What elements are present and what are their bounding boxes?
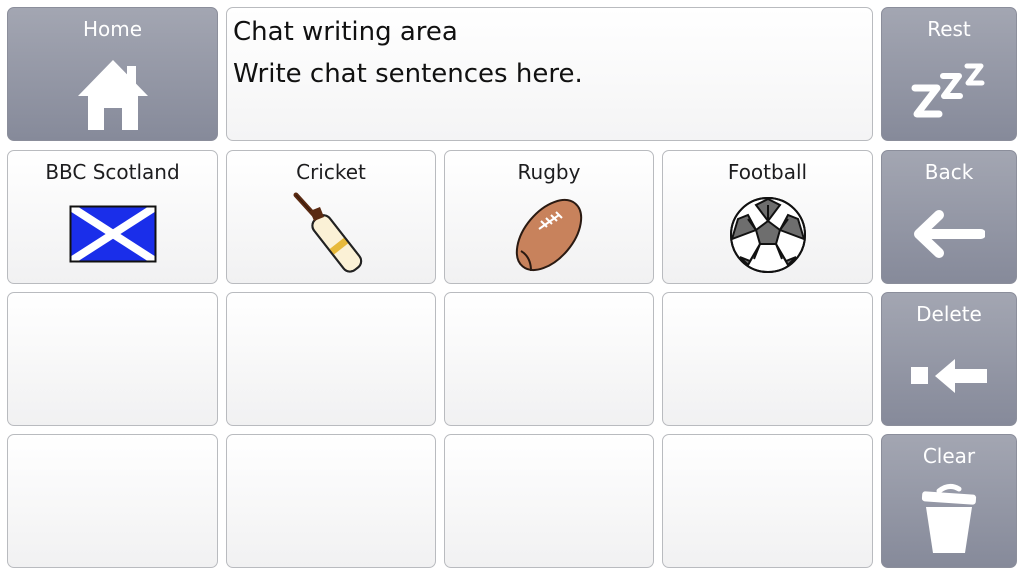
- trash-icon: [921, 483, 977, 553]
- back-button[interactable]: Back: [881, 150, 1017, 284]
- chat-writing-area[interactable]: Chat writing area Write chat sentences h…: [226, 7, 873, 141]
- delete-backspace-icon: [911, 359, 987, 393]
- delete-label: Delete: [916, 302, 982, 326]
- empty-tile[interactable]: [662, 434, 873, 568]
- tile-label: BBC Scotland: [45, 160, 180, 184]
- tile-cricket[interactable]: Cricket: [226, 150, 436, 284]
- home-button[interactable]: Home: [7, 7, 218, 141]
- rugby-ball-icon: [515, 199, 583, 272]
- scotland-flag-icon: [68, 205, 157, 263]
- empty-tile[interactable]: [7, 292, 218, 426]
- back-arrow-icon: [914, 210, 985, 258]
- tile-label: Football: [727, 160, 808, 184]
- empty-tile[interactable]: [226, 292, 436, 426]
- empty-tile[interactable]: [444, 434, 654, 568]
- chat-line-2: Write chat sentences here.: [233, 59, 583, 89]
- rest-button[interactable]: Rest: [881, 7, 1017, 141]
- tile-football[interactable]: Football: [662, 150, 873, 284]
- empty-tile[interactable]: [444, 292, 654, 426]
- home-icon: [77, 60, 148, 130]
- home-label: Home: [82, 17, 143, 41]
- clear-button[interactable]: Clear: [881, 434, 1017, 568]
- tile-rugby[interactable]: Rugby: [444, 150, 654, 284]
- cricket-bat-icon: [293, 192, 363, 273]
- football-icon: [729, 197, 806, 273]
- sleep-icon: [911, 63, 985, 118]
- empty-tile[interactable]: [226, 434, 436, 568]
- empty-tile[interactable]: [662, 292, 873, 426]
- tile-label: Cricket: [296, 160, 366, 184]
- tile-bbc-scotland[interactable]: BBC Scotland: [7, 150, 218, 284]
- delete-button[interactable]: Delete: [881, 292, 1017, 426]
- tile-label: Rugby: [517, 160, 581, 184]
- chat-line-1: Chat writing area: [233, 17, 458, 47]
- rest-label: Rest: [927, 17, 971, 41]
- back-label: Back: [924, 160, 974, 184]
- empty-tile[interactable]: [7, 434, 218, 568]
- clear-label: Clear: [922, 444, 976, 468]
